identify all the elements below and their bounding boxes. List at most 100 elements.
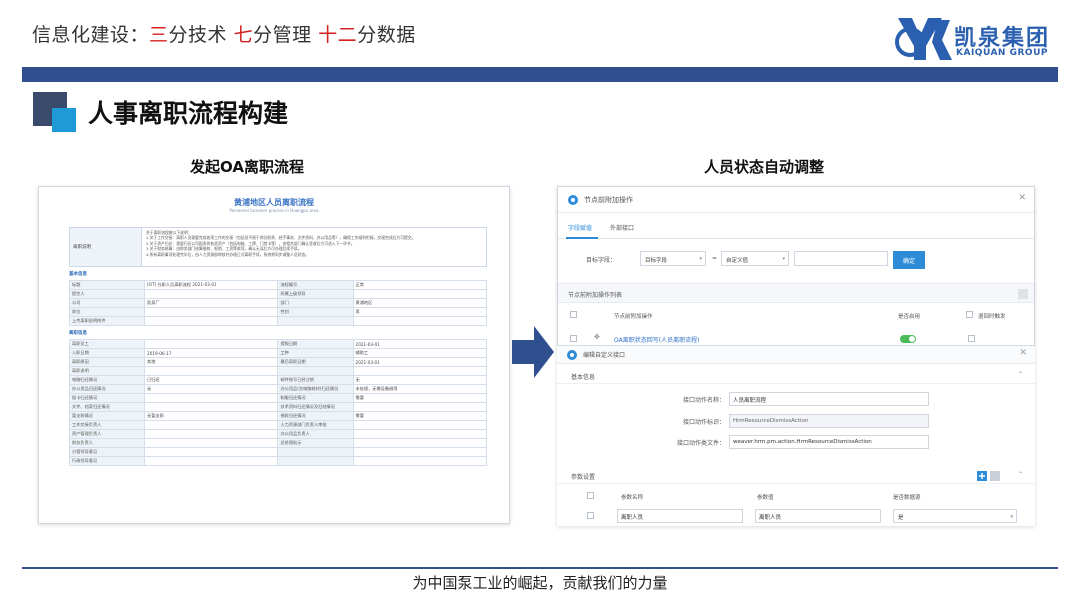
row-checkbox[interactable] [570,335,577,342]
form-cell-value: 2021-03-01 [352,339,488,349]
table-row: 工作交接负责人 人力资源部门负责人审批 [68,420,488,430]
form-cell-value [144,420,279,430]
tab-external-api[interactable]: 外部接口 [610,223,634,232]
chevron-down-icon: ▾ [699,256,702,262]
form-cell-label: 公司 [68,298,146,308]
slide: 信息化建设：三分技术 七分管理 十二分数据 凯泉集团 KAIQUAN GROUP… [0,0,1080,608]
form-cell-label: 总经理批示 [277,438,354,448]
param-section: 参数设置 ⌃ [557,468,1035,484]
table-row: 电脑归还情况 已归还 邮件账号已经注销无 [68,375,488,385]
col-header-enabled: 是否启用 [898,314,921,320]
header-text-1: 分技术 [168,24,228,46]
close-icon[interactable]: ✕ [1019,348,1027,358]
logo-text-en: KAIQUAN GROUP [956,48,1048,58]
section-marker-accent-icon [52,108,76,132]
form-cell-label: 提交人 [68,289,146,299]
table-row: 办公用品归还情况无办公用品(含电脑耗材)归还情况 未处理，无需设备借用 [68,384,488,394]
form-cell-value: 辅助工 [352,348,488,358]
form-cell-value [144,366,279,376]
form-cell-label: 资产管理负责人 [68,429,146,439]
form-title: 黄浦地区人员离职流程 [234,198,314,207]
table-row: 饭卡归还情况 制服归还情况 需要 [68,393,488,403]
target-field-select[interactable]: 目标字段 ▾ [640,251,706,266]
table-row: 文件、档案归还情况 技术资料归还情况及归档情况 [68,402,488,412]
left-caption: 发起OA离职流程 [190,158,304,176]
form-cell-value [352,316,488,326]
param-value-input[interactable]: 离职人员 [755,509,881,523]
dialog-header: 节点前附加操作 ✕ [558,187,1034,213]
form-cell-value [352,366,488,376]
chevron-up-icon[interactable]: ⌃ [1018,371,1023,378]
table-row: 离职原因 其他 最后离职日期 2021-03-01 [68,357,488,367]
action-name-label: 接口动作名称： [682,397,725,404]
reason-label: 离职说明 [70,228,142,266]
param-row-checkbox[interactable] [587,512,594,519]
basic-info-title: 基本信息 [571,374,596,381]
form-cell-label: 财务负责人 [68,438,146,448]
form-cell-label: 借款归还情况 [277,411,354,421]
value-type-select[interactable]: 自定义值 ▾ [721,251,789,266]
close-icon[interactable]: ✕ [1018,193,1026,203]
confirm-button[interactable]: 确定 [893,251,925,269]
is-db-select[interactable]: 是 ▾ [893,509,1017,523]
table-row: 离职员工 提报日期 2021-03-01 [68,339,488,349]
form-cell-label: 人力资源部门负责人审批 [277,420,354,430]
dialog-header: 编辑自定义接口 ✕ [557,346,1035,364]
custom-value-input[interactable] [794,251,888,266]
form-cell-label: 离职说明 [68,366,146,376]
enabled-toggle[interactable] [900,335,916,343]
action-name-input[interactable]: 人员离职流程 [729,392,929,406]
header-divider-bar [22,67,1058,82]
form-cell-value: 无暂支款 [144,411,279,421]
form-cell-label: 办公用品(含电脑耗材)归还情况 [277,384,354,394]
collapse-icon[interactable] [1018,289,1028,299]
return-trigger-all-checkbox[interactable] [966,311,973,318]
form-cell-value [352,429,488,439]
action-id-input[interactable]: HrmResourceDismissAction [729,414,929,428]
equals-sign: = [712,255,718,262]
param-section-title: 参数设置 [571,474,596,481]
table-row: 公司 凯泉厂 部门 黄浦地区 [68,298,488,308]
detail-info-table: 离职员工 提报日期 2021-03-01 入职日期 2019-06-17 工种 辅助工 离职原… [68,339,488,466]
col-header-param-name: 参数名称 [621,495,644,501]
table-row: 上传离职说明附件 [68,316,488,326]
basic-info-table: 标题 [OT] 在职人员离职流程 2021-03-01 流程编号 正常 提交人 所属上级领… [68,280,488,326]
form-cell-value: 男 [352,307,488,317]
action-row-link[interactable]: OA离职状态回写(人员离职流程) [614,335,699,344]
action-list-title: 节点前附加操作列表 [568,292,623,299]
location-pin-icon [568,195,578,205]
form-cell-label: 性别 [277,307,354,317]
form-cell-label: 岗位 [68,307,146,317]
remove-icon [990,471,1000,481]
drag-handle-icon[interactable]: ✥ [594,333,600,341]
param-select-all-checkbox[interactable] [587,492,594,499]
form-cell-value: 凯泉厂 [144,298,279,308]
target-field-label: 目标字段： [586,257,617,264]
footer-divider [22,567,1058,569]
action-class-label: 接口动作类文件： [676,440,725,447]
form-cell-label: 饭卡归还情况 [68,393,146,403]
chevron-up-icon[interactable]: ⌃ [1018,471,1023,478]
table-row: 离职说明 [68,366,488,376]
form-cell-value: 2019-06-17 [144,348,279,358]
tab-field-assign[interactable]: 字段赋值 [568,223,592,232]
value-type-select-value: 自定义值 [726,258,749,264]
header-num-2: 七 [233,24,254,46]
form-cell-label [277,447,354,457]
action-id-label: 接口动作标识： [682,419,725,426]
select-all-checkbox[interactable] [570,311,577,318]
return-trigger-checkbox[interactable] [968,335,975,342]
form-cell-value: 未处理，无需设备借用 [352,384,488,394]
form-cell-label: 行政领导意见 [68,456,146,466]
header-title: 信息化建设：三分技术 七分管理 十二分数据 [32,20,416,47]
form-cell-label: 提报日期 [277,339,354,349]
table-row: 入职日期 2019-06-17 工种 辅助工 [68,348,488,358]
reason-line: 4.所有离职事项处理完毕后，由人力资源部审核并办理正式离职手续，系统将同步调整人… [146,251,310,257]
action-list-header: 节点前附加操作列表 [558,283,1034,303]
action-class-input[interactable]: weaver.hrm.pm.action.HrmResourceDismissA… [729,435,929,449]
param-name-input[interactable]: 离职人员 [617,509,743,523]
form-cell-label: 工种 [277,348,354,358]
add-remove-buttons [977,471,1000,481]
form-cell-value [144,289,279,299]
form-cell-value [352,456,488,466]
